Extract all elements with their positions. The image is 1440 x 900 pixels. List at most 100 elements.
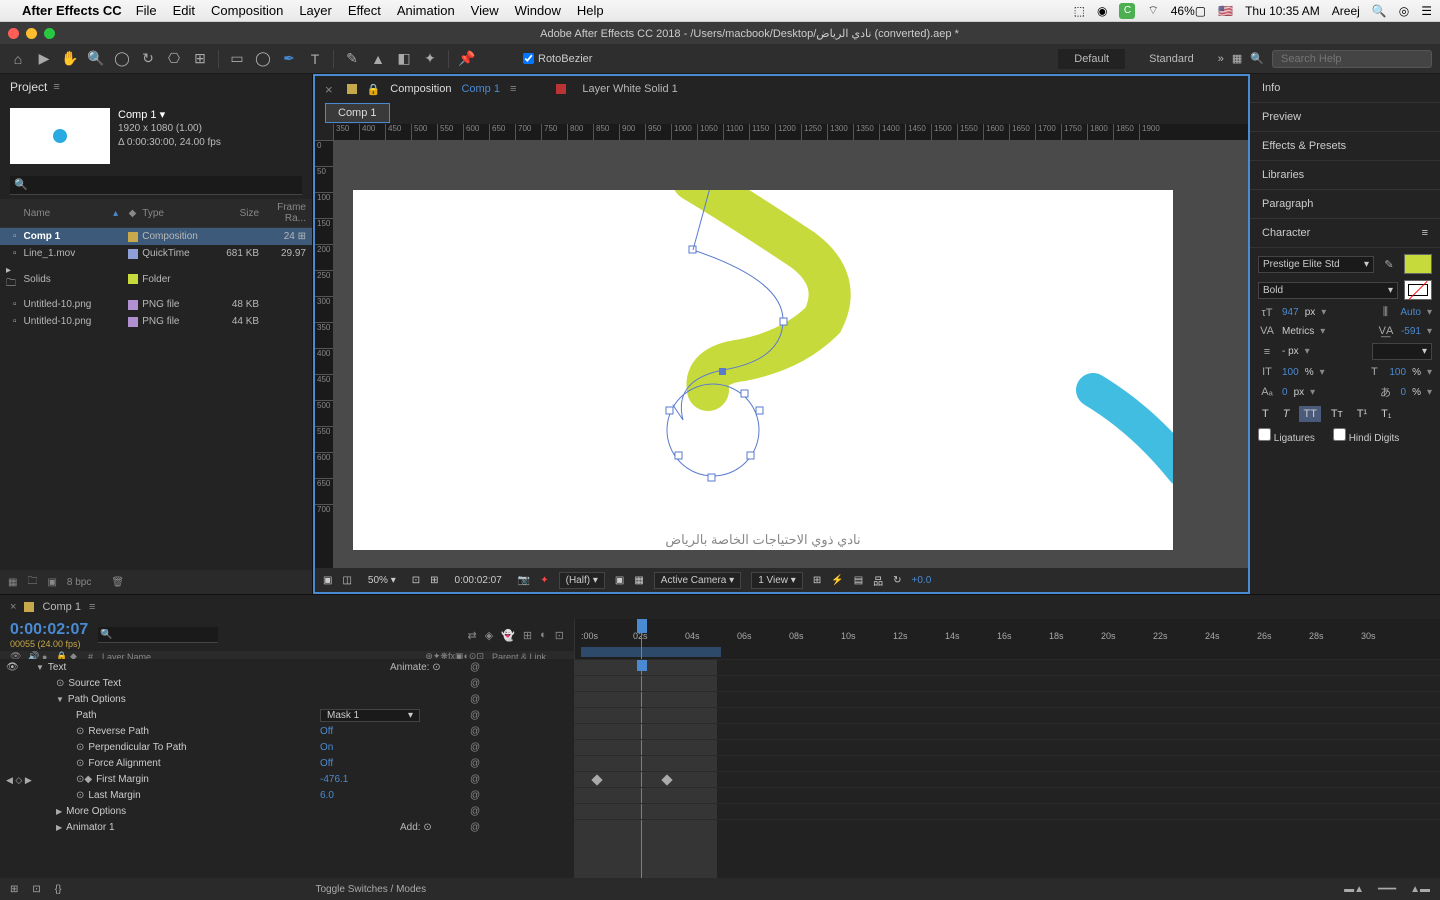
project-row[interactable]: ▫ Untitled-10.png PNG file 44 KB: [0, 313, 312, 330]
workspace-more-icon[interactable]: »: [1218, 53, 1224, 65]
hindi-digits-checkbox[interactable]: Hindi Digits: [1333, 428, 1399, 444]
italic-button[interactable]: T: [1279, 406, 1294, 422]
timeline-property-row[interactable]: 👁▼TextAnimate: ⊙@: [0, 659, 574, 675]
fast-preview-icon[interactable]: ⚡: [831, 575, 843, 586]
timeline-property-row[interactable]: ⊙Perpendicular To PathOn@: [0, 739, 574, 755]
eyedropper-icon[interactable]: ✎: [1380, 258, 1398, 271]
menu-edit[interactable]: Edit: [173, 3, 195, 18]
character-panel-header[interactable]: Character≡: [1250, 219, 1440, 248]
ellipse-tool-icon[interactable]: ◯: [253, 49, 273, 69]
siri-icon[interactable]: ◎: [1399, 4, 1409, 18]
font-size-value[interactable]: 947: [1282, 307, 1299, 318]
cc-icon[interactable]: ◉: [1097, 4, 1107, 18]
puppet-tool-icon[interactable]: 📌: [457, 49, 477, 69]
pen-tool-icon[interactable]: ✒: [279, 49, 299, 69]
leading-value[interactable]: Auto: [1400, 307, 1421, 318]
stamp-tool-icon[interactable]: ▲: [368, 49, 388, 69]
timeline-property-row[interactable]: ⊙Last Margin6.0@: [0, 787, 574, 803]
resolution-dropdown[interactable]: (Half) ▾: [559, 572, 605, 589]
comp-thumbnail[interactable]: [10, 108, 110, 164]
close-timeline-tab-icon[interactable]: ×: [10, 601, 16, 613]
graph-editor-icon[interactable]: ⊡: [555, 629, 564, 642]
timeline-property-row[interactable]: ⊙◆First Margin-476.1@: [0, 771, 574, 787]
timeline-timecode[interactable]: 0:00:02:07: [10, 621, 88, 639]
subscript-button[interactable]: T₁: [1377, 406, 1395, 422]
workspace-options-icon[interactable]: ▦: [1232, 52, 1242, 65]
frame-blend-icon[interactable]: ⊞: [523, 629, 532, 642]
hand-tool-icon[interactable]: ✋: [60, 49, 80, 69]
roi-icon[interactable]: ▣: [615, 575, 624, 586]
workspace-default[interactable]: Default: [1058, 49, 1125, 69]
lock-icon[interactable]: 🔒: [367, 83, 381, 96]
close-icon[interactable]: [8, 28, 19, 39]
minimize-icon[interactable]: [26, 28, 37, 39]
project-row[interactable]: ▫ Line_1.mov QuickTime 681 KB 29.97: [0, 245, 312, 262]
camera-tool-icon[interactable]: ⎔: [164, 49, 184, 69]
brackets-icon[interactable]: {}: [55, 884, 62, 895]
menu-composition[interactable]: Composition: [211, 3, 283, 18]
paragraph-panel-header[interactable]: Paragraph: [1250, 190, 1440, 219]
new-comp-icon[interactable]: ▣: [47, 577, 56, 588]
shy-icon[interactable]: 👻: [501, 629, 515, 642]
menu-help[interactable]: Help: [577, 3, 604, 18]
composition-canvas[interactable]: نادي ذوي الاحتياجات الخاصة بالرياض: [333, 140, 1248, 568]
exposure-reset-icon[interactable]: ↻: [893, 575, 901, 586]
baseline-value[interactable]: 0: [1282, 387, 1288, 398]
stroke-style-dropdown[interactable]: ▾: [1372, 343, 1432, 360]
selection-tool-icon[interactable]: ▶: [34, 49, 54, 69]
project-row[interactable]: ▸ 🗀 Solids Folder: [0, 262, 312, 296]
menu-view[interactable]: View: [471, 3, 499, 18]
comp-tab-link[interactable]: Comp 1: [461, 83, 500, 95]
roto-tool-icon[interactable]: ✦: [420, 49, 440, 69]
tab-menu-icon[interactable]: ≡: [510, 83, 516, 95]
user-name[interactable]: Areej: [1332, 4, 1360, 18]
zoom-tool-icon[interactable]: 🔍: [86, 49, 106, 69]
spotlight-icon[interactable]: 🔍: [1372, 4, 1387, 18]
info-panel-header[interactable]: Info: [1250, 74, 1440, 103]
timeline-ruler[interactable]: :00s02s04s06s08s10s12s14s16s18s20s22s24s…: [575, 619, 1440, 659]
timeline-property-row[interactable]: ▶Animator 1Add: ⊙@: [0, 819, 574, 835]
panel-menu-icon[interactable]: ≡: [53, 81, 59, 93]
rotobezier-checkbox[interactable]: RotoBezier: [523, 53, 592, 65]
brush-tool-icon[interactable]: ✎: [342, 49, 362, 69]
timeline-property-row[interactable]: ⊙Force AlignmentOff@: [0, 755, 574, 771]
input-flag-icon[interactable]: 🇺🇸: [1218, 4, 1233, 18]
wifi-icon[interactable]: ⌔: [1147, 3, 1158, 18]
vscale-value[interactable]: 100: [1282, 367, 1299, 378]
playhead[interactable]: [641, 619, 642, 659]
clock[interactable]: Thu 10:35 AM: [1245, 4, 1320, 18]
mask-view-icon[interactable]: ⊞: [430, 575, 438, 586]
draft3d-icon[interactable]: ◈: [485, 629, 493, 642]
camera-dropdown[interactable]: Active Camera ▾: [654, 572, 741, 589]
font-style-dropdown[interactable]: Bold▾: [1258, 282, 1398, 299]
menu-animation[interactable]: Animation: [397, 3, 455, 18]
flowchart-icon[interactable]: 品: [873, 573, 883, 588]
new-folder-icon[interactable]: 🗀: [27, 574, 37, 591]
rotate-tool-icon[interactable]: ↻: [138, 49, 158, 69]
magnify-icon[interactable]: ▣: [323, 575, 332, 586]
pixel-aspect-icon[interactable]: ⊞: [813, 575, 821, 586]
comp-name[interactable]: Comp 1 ▾: [118, 108, 221, 122]
bpc-readout[interactable]: 8 bpc: [67, 577, 91, 588]
workspace-standard[interactable]: Standard: [1133, 49, 1210, 69]
transparency-icon[interactable]: ▦: [634, 575, 643, 586]
layer-switches-icon[interactable]: ⊡: [32, 884, 40, 895]
rect-tool-icon[interactable]: ▭: [227, 49, 247, 69]
exposure-value[interactable]: +0.0: [912, 575, 932, 586]
comp-breadcrumb[interactable]: Comp 1: [325, 103, 390, 123]
allcaps-button[interactable]: TT: [1299, 406, 1320, 422]
anchor-tool-icon[interactable]: ⊞: [190, 49, 210, 69]
timeline-property-row[interactable]: ▼Path Options@: [0, 691, 574, 707]
close-tab-icon[interactable]: ×: [325, 82, 333, 97]
hscale-value[interactable]: 100: [1389, 367, 1406, 378]
work-area-bar[interactable]: [581, 647, 721, 657]
menu-layer[interactable]: Layer: [299, 3, 332, 18]
timeline-icon[interactable]: ▤: [854, 575, 863, 586]
motion-blur-icon[interactable]: ◐: [540, 629, 547, 642]
kerning-dropdown[interactable]: Metrics: [1282, 326, 1314, 337]
timeline-property-row[interactable]: PathMask 1▾@: [0, 707, 574, 723]
smallcaps-button[interactable]: Tᴛ: [1327, 406, 1347, 422]
zoom-slider[interactable]: ━━━: [1378, 884, 1396, 895]
app-status-icon[interactable]: C: [1119, 3, 1135, 19]
stroke-color-swatch[interactable]: [1404, 280, 1432, 300]
